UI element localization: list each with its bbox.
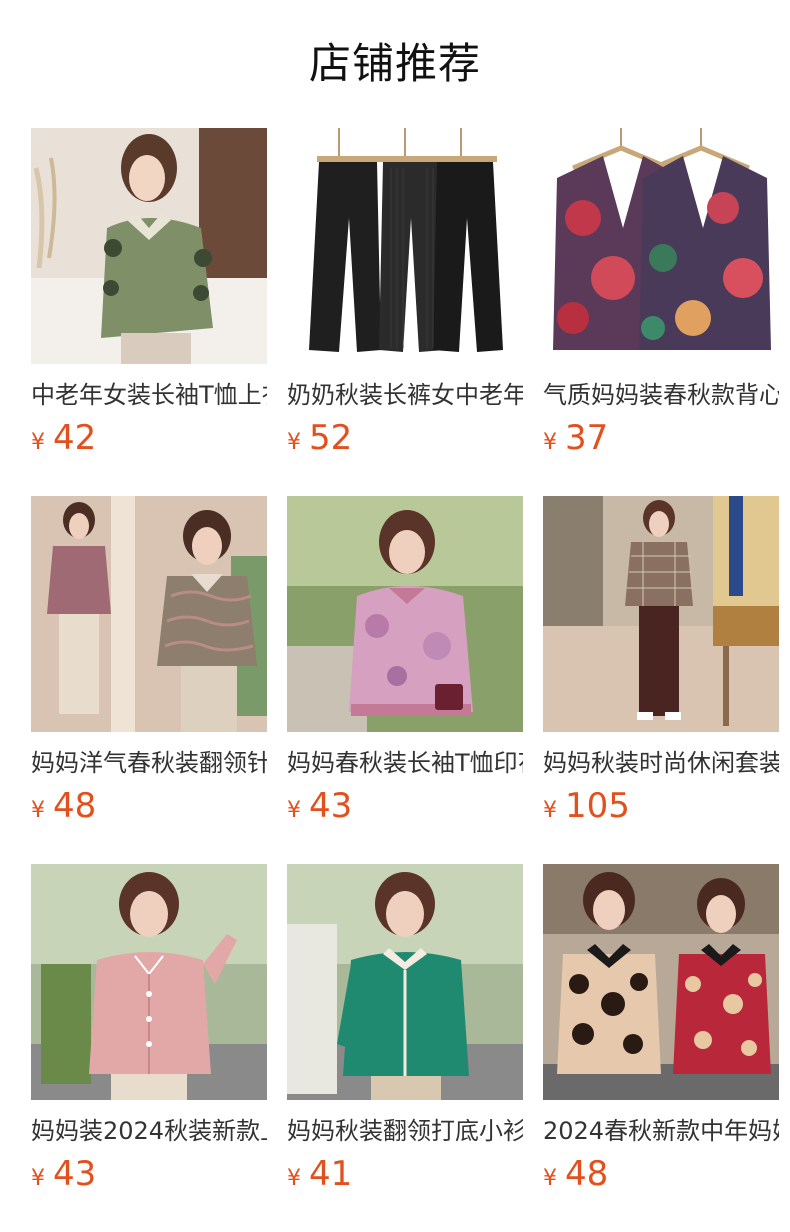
price-value: 43 [309, 786, 353, 826]
product-name[interactable]: 气质妈妈装春秋款背心 [543, 378, 779, 412]
product-card[interactable]: 妈妈洋气春秋装翻领针织衫 ¥48 [31, 496, 267, 864]
product-name[interactable]: 妈妈春秋装长袖T恤印花 [287, 746, 523, 780]
product-price: ¥43 [31, 1152, 267, 1196]
product-card[interactable]: 中老年女装长袖T恤上衣 ¥42 [31, 128, 267, 496]
price-value: 41 [309, 1154, 353, 1194]
product-image[interactable] [31, 128, 267, 364]
woman-plaid-jacket-photo [543, 496, 779, 732]
product-name[interactable]: 妈妈秋装翻领打底小衫 [287, 1114, 523, 1148]
product-name[interactable]: 奶奶秋装长裤女中老年 [287, 378, 523, 412]
product-image[interactable] [543, 864, 779, 1100]
currency-symbol: ¥ [287, 1166, 301, 1191]
product-name[interactable]: 中老年女装长袖T恤上衣 [31, 378, 267, 412]
floral-vest-photo [543, 128, 779, 364]
currency-symbol: ¥ [31, 798, 45, 823]
product-card[interactable]: 奶奶秋装长裤女中老年 ¥52 [287, 128, 523, 496]
product-name[interactable]: 妈妈洋气春秋装翻领针织衫 [31, 746, 267, 780]
price-value: 42 [53, 418, 97, 458]
two-women-sweaters-photo [31, 496, 267, 732]
product-card[interactable]: 妈妈秋装翻领打底小衫 ¥41 [287, 864, 523, 1232]
product-image[interactable] [287, 128, 523, 364]
product-image[interactable] [287, 496, 523, 732]
currency-symbol: ¥ [543, 798, 557, 823]
woman-pink-floral-photo [287, 496, 523, 732]
product-price: ¥41 [287, 1152, 523, 1196]
product-name[interactable]: 妈妈秋装时尚休闲套装 [543, 746, 779, 780]
woman-pink-cardigan-photo [31, 864, 267, 1100]
price-value: 48 [565, 1154, 609, 1194]
product-price: ¥48 [31, 784, 267, 828]
product-price: ¥37 [543, 416, 779, 460]
currency-symbol: ¥ [543, 1166, 557, 1191]
product-image[interactable] [543, 496, 779, 732]
woman-green-collar-photo [287, 864, 523, 1100]
product-card[interactable]: 妈妈装2024秋装新款上衣 ¥43 [31, 864, 267, 1232]
price-value: 52 [309, 418, 353, 458]
price-value: 43 [53, 1154, 97, 1194]
product-price: ¥43 [287, 784, 523, 828]
product-name[interactable]: 2024春秋新款中年妈妈装 [543, 1114, 779, 1148]
black-trousers-photo [287, 128, 523, 364]
product-image[interactable] [31, 496, 267, 732]
currency-symbol: ¥ [287, 430, 301, 455]
currency-symbol: ¥ [287, 798, 301, 823]
product-card[interactable]: 2024春秋新款中年妈妈装 ¥48 [543, 864, 779, 1232]
product-price: ¥42 [31, 416, 267, 460]
product-price: ¥48 [543, 1152, 779, 1196]
section-title: 店铺推荐 [308, 39, 481, 88]
product-card[interactable]: 妈妈秋装时尚休闲套装 ¥105 [543, 496, 779, 864]
product-image[interactable] [31, 864, 267, 1100]
price-value: 37 [565, 418, 609, 458]
product-image[interactable] [543, 128, 779, 364]
product-name[interactable]: 妈妈装2024秋装新款上衣 [31, 1114, 267, 1148]
price-value: 105 [565, 786, 630, 826]
product-price: ¥52 [287, 416, 523, 460]
product-card[interactable]: 气质妈妈装春秋款背心 ¥37 [543, 128, 779, 496]
price-value: 48 [53, 786, 97, 826]
woman-green-top-photo [31, 128, 267, 364]
product-card[interactable]: 妈妈春秋装长袖T恤印花 ¥43 [287, 496, 523, 864]
product-price: ¥105 [543, 784, 779, 828]
currency-symbol: ¥ [31, 1166, 45, 1191]
two-women-blouses-photo [543, 864, 779, 1100]
currency-symbol: ¥ [31, 430, 45, 455]
currency-symbol: ¥ [543, 430, 557, 455]
product-grid: 中老年女装长袖T恤上衣 ¥42 奶奶秋装长裤女中老年 ¥ 52 气质妈妈装春秋款… [31, 128, 779, 1232]
product-image[interactable] [287, 864, 523, 1100]
